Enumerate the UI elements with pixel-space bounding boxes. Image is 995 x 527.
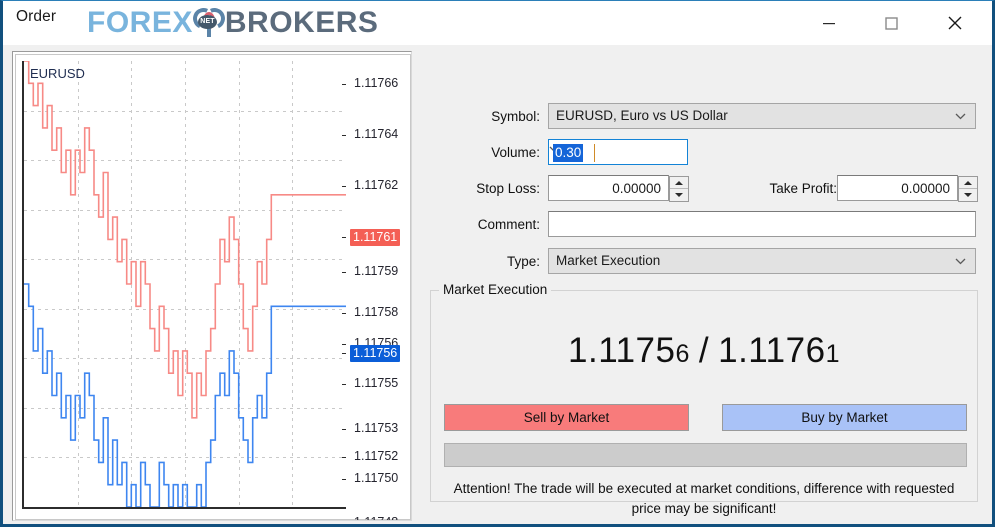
market-execution-legend: Market Execution bbox=[439, 282, 552, 297]
window-title: Order bbox=[16, 8, 57, 25]
logo-text-brokers: BROKERS bbox=[224, 6, 379, 39]
market-execution-group: Market Execution 1.11756 /1.11761 Sell by… bbox=[430, 282, 978, 516]
take-profit-field[interactable] bbox=[837, 175, 958, 201]
stop-loss-input[interactable] bbox=[549, 176, 668, 200]
order-dialog-window: Order FOREX BROKERS NET EURUSD 1.11766 1… bbox=[0, 0, 995, 527]
axis-price-label: 1.11753 bbox=[354, 421, 399, 435]
price-separator: / bbox=[698, 331, 710, 370]
axis-tick bbox=[342, 84, 346, 85]
stop-loss-stepper[interactable] bbox=[669, 176, 689, 202]
stop-loss-field[interactable] bbox=[548, 175, 669, 201]
logo-net-badge: NET bbox=[198, 15, 217, 29]
stop-loss-increment[interactable] bbox=[670, 177, 688, 189]
take-profit-label: Take Profit: bbox=[769, 181, 837, 196]
axis-tick bbox=[342, 135, 346, 136]
symbol-label: Symbol: bbox=[491, 109, 540, 124]
axis-price-label: 1.11762 bbox=[354, 178, 399, 192]
axis-tick bbox=[342, 429, 346, 430]
ask-price-main: 1.1176 bbox=[718, 331, 826, 370]
chevron-down-icon bbox=[955, 258, 966, 265]
price-scale-axis[interactable]: 1.11766 1.11764 1.11762 1.11761 1.11759 1.117… bbox=[342, 55, 410, 520]
text-caret bbox=[594, 144, 595, 162]
bid-ask-price-display: 1.11756 /1.11761 bbox=[431, 331, 977, 371]
stop-loss-label: Stop Loss: bbox=[476, 181, 540, 196]
axis-tick bbox=[342, 272, 346, 273]
stop-loss-decrement[interactable] bbox=[670, 189, 688, 201]
ask-price-tag: 1.11761 bbox=[350, 229, 401, 246]
take-profit-decrement[interactable] bbox=[959, 189, 977, 201]
axis-price-label: 1.11766 bbox=[354, 76, 399, 90]
chevron-down-icon bbox=[955, 113, 966, 120]
take-profit-increment[interactable] bbox=[959, 177, 977, 189]
axis-price-label: 1.11759 bbox=[354, 264, 399, 278]
symbol-value: EURUSD, Euro vs US Dollar bbox=[556, 108, 728, 123]
type-select[interactable]: Market Execution bbox=[548, 248, 976, 274]
maximize-button[interactable] bbox=[868, 1, 914, 45]
bid-price-main: 1.1175 bbox=[568, 331, 676, 370]
logo-text-forex: FOREX bbox=[87, 6, 193, 39]
axis-tick bbox=[342, 384, 346, 385]
volume-label: Volume: bbox=[491, 145, 540, 160]
axis-price-label: 1.11748 bbox=[354, 515, 398, 520]
close-button[interactable] bbox=[932, 1, 978, 45]
axis-tick bbox=[342, 353, 346, 354]
sell-by-market-button[interactable]: Sell by Market bbox=[444, 404, 689, 431]
axis-price-label: 1.11758 bbox=[354, 305, 399, 319]
bid-price-tag: 1.11756 bbox=[350, 345, 401, 362]
chart-symbol-label: EURUSD bbox=[30, 66, 85, 81]
arrow-down-icon bbox=[675, 193, 683, 197]
minimize-button[interactable] bbox=[806, 1, 852, 45]
axis-tick bbox=[342, 457, 346, 458]
ask-price-last-digit: 1 bbox=[825, 340, 840, 368]
bid-price-last-digit: 6 bbox=[675, 340, 690, 368]
arrow-down-icon bbox=[964, 193, 972, 197]
axis-tick bbox=[342, 237, 346, 238]
axis-price-label: 1.11750 bbox=[354, 471, 399, 485]
close-icon bbox=[948, 16, 962, 30]
title-bar: Order FOREX BROKERS NET bbox=[3, 1, 992, 45]
type-label: Type: bbox=[506, 254, 540, 269]
tick-chart-inner: EURUSD 1.11766 1.11764 1.11762 1.11761 1.117… bbox=[15, 54, 411, 520]
axis-tick bbox=[342, 479, 346, 480]
maximize-icon bbox=[885, 17, 898, 30]
type-value: Market Execution bbox=[556, 253, 661, 268]
buy-by-market-button[interactable]: Buy by Market bbox=[722, 404, 967, 431]
axis-tick bbox=[342, 313, 346, 314]
axis-tick bbox=[342, 344, 346, 345]
axis-tick bbox=[342, 186, 346, 187]
symbol-select[interactable]: EURUSD, Euro vs US Dollar bbox=[548, 103, 976, 129]
axis-price-label: 1.11755 bbox=[354, 376, 399, 390]
axis-price-label: 1.11752 bbox=[354, 449, 399, 463]
take-profit-input[interactable] bbox=[838, 176, 957, 200]
forex-brokers-logo: FOREX BROKERS bbox=[87, 3, 378, 43]
tick-chart-panel: EURUSD 1.11766 1.11764 1.11762 1.11761 1.117… bbox=[12, 51, 412, 521]
execution-progress-bar bbox=[444, 443, 967, 467]
axis-price-label: 1.11764 bbox=[354, 127, 399, 141]
chart-canvas bbox=[24, 61, 346, 507]
order-form: Symbol: EURUSD, Euro vs US Dollar Volume… bbox=[421, 45, 992, 524]
take-profit-stepper[interactable] bbox=[958, 176, 978, 202]
tick-chart-plot[interactable]: EURUSD bbox=[22, 61, 346, 509]
arrow-up-icon bbox=[964, 180, 972, 185]
volume-select[interactable]: 0.30 bbox=[548, 139, 688, 165]
comment-field[interactable] bbox=[548, 211, 976, 237]
comment-input[interactable] bbox=[549, 212, 975, 236]
arrow-up-icon bbox=[675, 180, 683, 185]
volume-value: 0.30 bbox=[553, 144, 584, 162]
comment-label: Comment: bbox=[477, 217, 540, 232]
attention-message: Attention! The trade will be executed at… bbox=[453, 481, 955, 516]
minimize-icon bbox=[823, 23, 835, 25]
dialog-client-area: EURUSD 1.11766 1.11764 1.11762 1.11761 1.117… bbox=[3, 45, 992, 524]
